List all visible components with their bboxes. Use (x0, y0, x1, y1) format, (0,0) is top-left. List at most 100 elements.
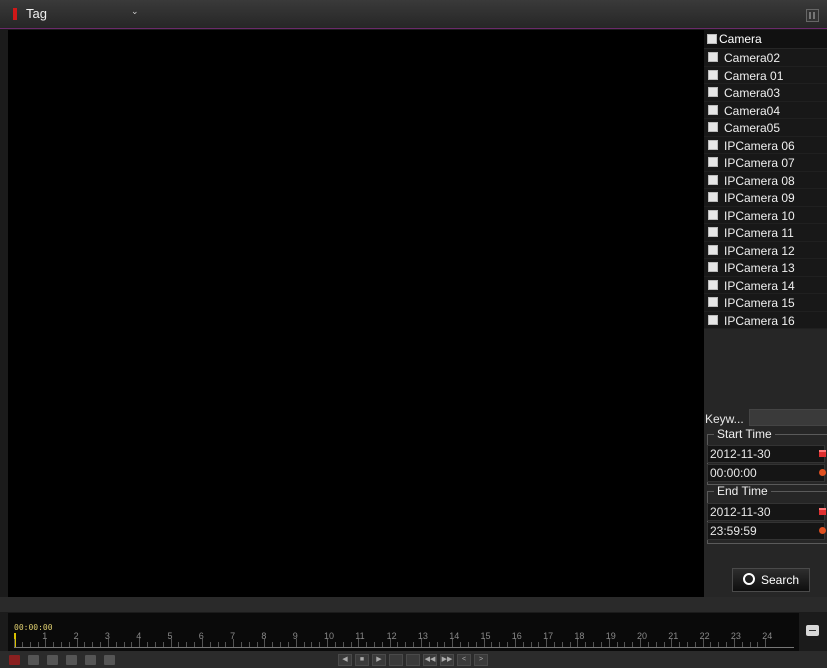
camera-list-item[interactable]: Camera05 (704, 119, 827, 137)
layout-grid-icon[interactable] (806, 9, 819, 22)
timeline-hour-label: 3 (104, 631, 110, 641)
camera-list-item[interactable]: IPCamera 13 (704, 259, 827, 277)
calendar-icon[interactable] (819, 508, 826, 515)
chevron-down-icon[interactable]: ⌄ (131, 6, 139, 17)
tag-edit-icon[interactable] (66, 655, 77, 665)
camera-label: IPCamera 14 (724, 278, 795, 293)
camera-list-item[interactable]: IPCamera 14 (704, 276, 827, 294)
camera-checkbox[interactable] (708, 262, 718, 272)
camera-list-item[interactable]: IPCamera 07 (704, 154, 827, 172)
camera-list-item[interactable]: IPCamera 11 (704, 224, 827, 242)
camera-label: IPCamera 10 (724, 208, 795, 223)
video-playback-area[interactable] (8, 30, 704, 597)
start-date-field[interactable]: 2012-11-30 (707, 445, 826, 463)
timeline-hour-label: 8 (261, 631, 267, 641)
next-day-icon[interactable]: > (474, 654, 488, 666)
slow-icon[interactable]: ◀◀ (423, 654, 437, 666)
camera-checkbox[interactable] (708, 139, 718, 150)
camera-label: IPCamera 11 (724, 226, 794, 240)
camera-panel: Camera Camera02 Camera 01 Camera03 Camera04… (704, 30, 827, 597)
tag-add-icon[interactable] (47, 655, 58, 665)
camera-list-item[interactable]: Camera03 (704, 84, 827, 102)
timeline-tick (553, 642, 555, 647)
timeline[interactable]: 00:00:00 1 2 3 4 5 6 7 8 9 10 11 12 13 14 15 16 17 18 19 20… (8, 613, 799, 651)
start-time-field[interactable]: 00:00:00 (707, 464, 826, 482)
timeline-tick (718, 642, 720, 647)
camera-list-item[interactable]: Camera02 (704, 49, 827, 67)
select-all-cameras-checkbox[interactable] (707, 34, 717, 44)
timeline-tick (256, 642, 258, 647)
timeline-tick (154, 642, 156, 647)
timeline-tick (147, 642, 148, 647)
camera-checkbox[interactable] (708, 122, 718, 132)
timeline-hour-label: 21 (668, 631, 679, 641)
camera-checkbox[interactable] (708, 297, 718, 307)
camera-list-item[interactable]: IPCamera 16 (704, 311, 827, 329)
timeline-tick (29, 642, 31, 647)
timeline-zoom-button[interactable] (806, 625, 819, 636)
timeline-tick (507, 642, 508, 647)
fast-icon[interactable]: ▶▶ (440, 654, 454, 666)
timeline-tick (280, 642, 282, 647)
camera-checkbox[interactable] (708, 69, 718, 80)
play-icon[interactable]: ▶ (372, 654, 386, 666)
timeline-tick (68, 642, 70, 647)
stop-icon[interactable]: ■ (355, 654, 369, 666)
camera-checkbox[interactable] (708, 244, 718, 255)
timeline-tick (366, 642, 368, 647)
timeline-tick (647, 642, 649, 647)
camera-checkbox[interactable] (708, 192, 718, 202)
timeline-tick (749, 642, 751, 647)
timeline-hour-label: 13 (417, 631, 428, 641)
camera-list-item[interactable]: IPCamera 06 (704, 136, 827, 154)
keyword-row: Keyw... (704, 409, 827, 429)
clock-icon[interactable] (819, 527, 826, 534)
zoom-icon[interactable] (104, 655, 115, 665)
previous-day-icon[interactable]: < (457, 654, 471, 666)
timeline-hour-label: 7 (230, 631, 236, 641)
timeline-tick (655, 642, 657, 647)
camera-list-item[interactable]: IPCamera 10 (704, 206, 827, 224)
skip-forward-icon[interactable] (406, 654, 420, 666)
camera-label: Camera04 (724, 103, 781, 118)
clock-icon[interactable] (819, 469, 826, 476)
camera-list-item[interactable]: Camera 01 (704, 66, 827, 84)
timeline-tick (342, 642, 344, 647)
camera-checkbox[interactable] (708, 87, 718, 97)
lock-icon[interactable] (28, 655, 39, 665)
clip-icon[interactable] (9, 655, 20, 665)
timeline-hour-label: 11 (355, 631, 365, 641)
camera-list-item[interactable]: IPCamera 08 (704, 171, 827, 189)
camera-checkbox[interactable] (708, 279, 718, 290)
camera-checkbox[interactable] (708, 227, 718, 237)
timeline-tick (397, 642, 399, 647)
timeline-tick (21, 642, 23, 647)
calendar-icon[interactable] (819, 450, 826, 457)
camera-checkbox[interactable] (708, 52, 718, 62)
settings-icon[interactable] (85, 655, 96, 665)
camera-checkbox[interactable] (708, 209, 718, 220)
end-date-value: 2012-11-30 (710, 505, 771, 519)
camera-list-item[interactable]: Camera04 (704, 101, 827, 119)
skip-back-icon[interactable] (389, 654, 403, 666)
timeline-tick (61, 642, 62, 647)
keyword-input[interactable] (749, 409, 827, 426)
camera-checkbox[interactable] (708, 174, 718, 185)
end-time-field[interactable]: 23:59:59 (707, 522, 826, 540)
timeline-hour-label: 16 (511, 631, 522, 641)
reverse-play-icon[interactable]: ◀ (338, 654, 352, 666)
camera-checkbox[interactable] (708, 314, 718, 325)
camera-checkbox[interactable] (708, 157, 718, 167)
camera-list-item[interactable]: IPCamera 12 (704, 241, 827, 259)
timeline-tick (287, 642, 289, 647)
end-date-field[interactable]: 2012-11-30 (707, 503, 826, 521)
search-icon (742, 573, 755, 585)
timeline-hour-label: 10 (324, 631, 335, 641)
camera-checkbox[interactable] (708, 104, 718, 115)
camera-list-item[interactable]: IPCamera 15 (704, 294, 827, 312)
timeline-tick (679, 642, 681, 647)
start-time-value: 00:00:00 (710, 466, 757, 480)
search-button[interactable]: Search (732, 568, 810, 592)
camera-list-item[interactable]: IPCamera 09 (704, 189, 827, 207)
timeline-tick (467, 642, 469, 647)
